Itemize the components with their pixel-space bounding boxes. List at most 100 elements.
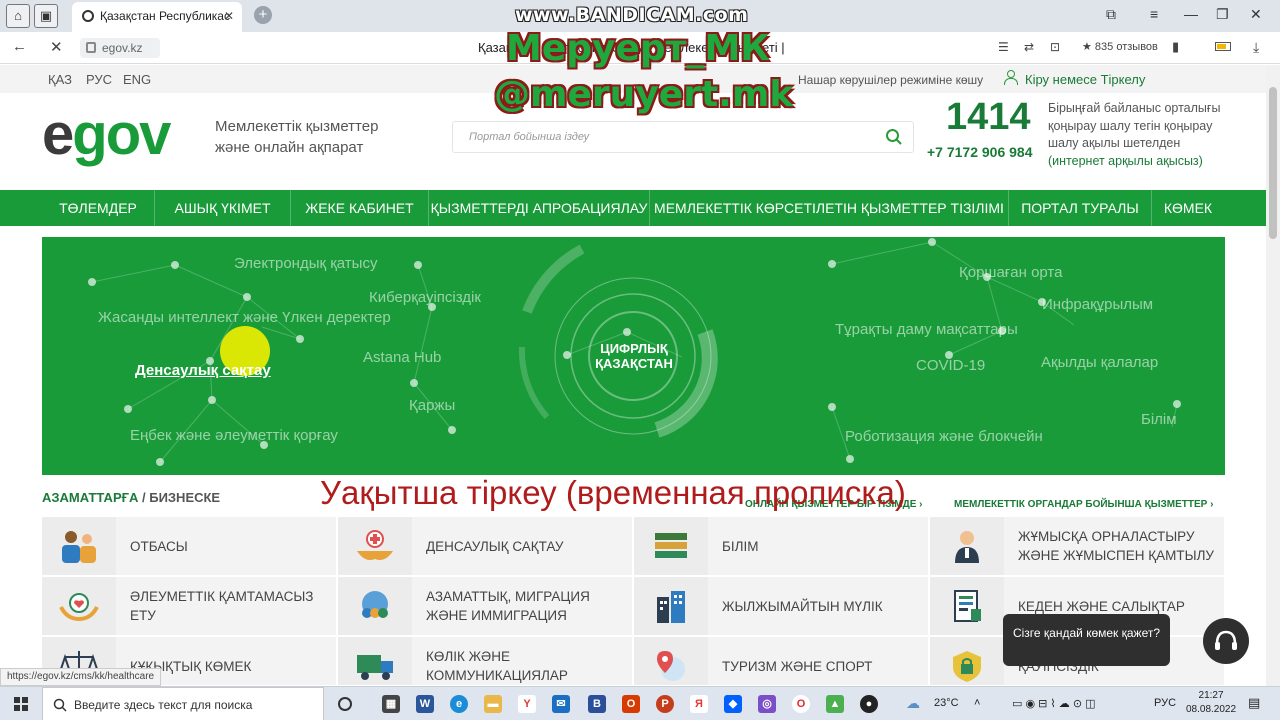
- tray-app-icons[interactable]: ▭ ◉ ⊟ ⌇ ☁ ⊙ ◫: [1012, 697, 1096, 710]
- mail-icon[interactable]: ✉: [552, 695, 570, 713]
- category-label: ДЕНСАУЛЫҚ САҚТАУ: [426, 538, 564, 554]
- taskbar-search-placeholder: Введите здесь текст для поиска: [74, 698, 253, 712]
- banner-e-participation[interactable]: Электрондық қатысу: [234, 255, 377, 272]
- active-tab[interactable]: Қазақстан Республикас ✕: [72, 2, 242, 32]
- banner-infrastructure[interactable]: Инфрақұрылым: [1042, 296, 1153, 313]
- chat-prompt-bubble[interactable]: Сізге қандай көмек қажет?: [1003, 614, 1170, 666]
- audience-switch: АЗАМАТТАРҒА / БИЗНЕСКЕ: [42, 490, 220, 505]
- bandicam-record-icon[interactable]: ●: [860, 695, 878, 713]
- banner-finance[interactable]: Қаржы: [409, 397, 455, 414]
- category-employment[interactable]: ЖҰМЫСҚА ОРНАЛАСТЫРУ ЖӘНЕ ЖҰМЫСПЕН ҚАМТЫЛ…: [930, 517, 1224, 575]
- portal-search-input[interactable]: Портал бойынша іздеу: [452, 121, 914, 153]
- banner-smart-cities[interactable]: Ақылды қалалар: [1041, 354, 1158, 371]
- taskbar-search-input[interactable]: Введите здесь текст для поиска: [42, 687, 324, 720]
- photos-icon[interactable]: ▲: [826, 695, 844, 713]
- restore-icon[interactable]: ❐: [1216, 6, 1229, 23]
- category-migration[interactable]: АЗАМАТТЫҚ, МИГРАЦИЯ ЖӘНЕ ИММИГРАЦИЯ: [338, 577, 632, 635]
- word-icon[interactable]: W: [416, 695, 434, 713]
- chat-support-button[interactable]: [1203, 618, 1249, 664]
- banner-environment[interactable]: Қоршаған орта: [959, 264, 1062, 281]
- gov-services-link[interactable]: МЕМЛЕКЕТТІК ОРГАНДАР БОЙЫНША ҚЫЗМЕТТЕР ›: [954, 499, 1213, 510]
- tray-expand-icon[interactable]: ˄: [974, 697, 980, 709]
- yandex-browser-icon[interactable]: Y: [518, 695, 536, 713]
- lang-rus[interactable]: РУС: [86, 72, 112, 87]
- bsuite-icon[interactable]: B: [588, 695, 606, 713]
- search-icon[interactable]: [885, 128, 903, 146]
- category-transport[interactable]: КӨЛІК ЖӘНЕ КОММУНИКАЦИЯЛАР: [338, 637, 632, 685]
- tab-citizens[interactable]: АЗАМАТТАРҒА: [42, 490, 138, 505]
- reviews-badge[interactable]: ★ 835 отзывов: [1082, 40, 1158, 53]
- reader-mode-icon[interactable]: ☰: [998, 40, 1009, 54]
- category-healthcare[interactable]: ДЕНСАУЛЫҚ САҚТАУ: [338, 517, 632, 575]
- logo-gov: gov: [72, 102, 171, 167]
- close-tab-icon[interactable]: ✕: [224, 2, 234, 30]
- category-education[interactable]: БІЛІМ: [634, 517, 928, 575]
- books-icon: [655, 533, 687, 558]
- nav-open-government[interactable]: АШЫҚ ҮКІМЕТ: [155, 190, 291, 226]
- tab-business[interactable]: БИЗНЕСКЕ: [149, 490, 220, 505]
- input-language[interactable]: РУС: [1154, 697, 1176, 709]
- back-arrow-icon[interactable]: ←: [12, 38, 27, 55]
- url-field[interactable]: egov.kz: [80, 38, 160, 58]
- taskbar-clock[interactable]: 21:27 08.08.2022: [1186, 689, 1236, 717]
- clock-time: 21:27: [1198, 690, 1224, 701]
- nav-personal-cabinet[interactable]: ЖЕКЕ КАБИНЕТ: [291, 190, 429, 226]
- apps-icon[interactable]: ▦: [382, 695, 400, 713]
- download-icon[interactable]: ⤓: [1253, 39, 1259, 56]
- menu-icon[interactable]: ≡: [1150, 6, 1158, 22]
- lang-eng[interactable]: ENG: [123, 72, 151, 87]
- translate-icon[interactable]: ⇄: [1024, 40, 1034, 54]
- weather-icon[interactable]: ☁: [906, 695, 920, 712]
- tab-list-icon[interactable]: ⧉: [1106, 6, 1116, 23]
- nav-help[interactable]: КӨМЕК: [1152, 190, 1224, 226]
- bookmark-icon[interactable]: ▮: [1172, 39, 1179, 55]
- page-scrollbar[interactable]: [1266, 65, 1280, 686]
- opera-icon[interactable]: O: [792, 695, 810, 713]
- banner-ai-big-data[interactable]: Жасанды интеллект және Үлкен деректер: [98, 309, 391, 326]
- category-label: БІЛІМ: [722, 538, 759, 554]
- home-icon[interactable]: ⌂: [6, 4, 30, 28]
- egov-logo[interactable]: egov: [42, 102, 171, 167]
- banner-healthcare[interactable]: Денсаулық сақтау: [135, 362, 271, 379]
- edge-icon[interactable]: e: [450, 695, 468, 713]
- category-family[interactable]: ОТБАСЫ: [42, 517, 336, 575]
- minimize-icon[interactable]: —: [1184, 6, 1198, 22]
- yandex-icon[interactable]: Я: [690, 695, 708, 713]
- tax-document-icon: [954, 590, 981, 622]
- login-link[interactable]: Кіру немесе Тіркелу: [1025, 72, 1145, 87]
- dropbox-icon[interactable]: ◆: [724, 695, 742, 713]
- lang-kaz[interactable]: ҚАЗ: [48, 72, 72, 87]
- battery-saver-icon[interactable]: [1215, 42, 1231, 51]
- category-tourism-sport[interactable]: ТУРИЗМ ЖӘНЕ СПОРТ: [634, 637, 928, 685]
- category-social-security[interactable]: ӘЛЕУМЕТТІК ҚАМТАМАСЫЗ ЕТУ: [42, 577, 336, 635]
- banner-robotization[interactable]: Роботизация және блокчейн: [845, 428, 1043, 445]
- weather-temp[interactable]: 23°C: [934, 697, 959, 709]
- file-explorer-icon[interactable]: ▬: [484, 695, 502, 713]
- scrollbar-thumb[interactable]: [1269, 87, 1277, 239]
- hotline-link[interactable]: (интернет арқылы ақысыз): [1048, 154, 1203, 168]
- task-view-icon[interactable]: [338, 697, 352, 711]
- category-real-estate[interactable]: ЖЫЛЖЫМАЙТЫН МҮЛІК: [634, 577, 928, 635]
- banner-education[interactable]: Білім: [1141, 411, 1177, 428]
- banner-covid[interactable]: COVID-19: [916, 357, 985, 374]
- nav-services-registry[interactable]: МЕМЛЕКЕТТІК КӨРСЕТІЛЕТІН ҚЫЗМЕТТЕР ТІЗІЛ…: [650, 190, 1009, 226]
- banner-labor-social[interactable]: Еңбек және әлеуметтік қорғау: [130, 427, 338, 444]
- office-icon[interactable]: O: [622, 695, 640, 713]
- banner-sdg[interactable]: Тұрақты даму мақсаттары: [835, 321, 1018, 338]
- image-viewer-icon[interactable]: ◎: [758, 695, 776, 713]
- low-vision-link[interactable]: Нашар көрушілер режиміне көшу: [798, 73, 983, 87]
- window-close-icon[interactable]: ✕: [1250, 6, 1262, 23]
- banner-cybersecurity[interactable]: Киберқауіпсіздік: [369, 289, 481, 306]
- new-tab-button[interactable]: +: [254, 6, 272, 24]
- stop-loading-icon[interactable]: ✕: [50, 38, 63, 56]
- powerpoint-icon[interactable]: P: [656, 695, 674, 713]
- nav-payments[interactable]: ТӨЛЕМДЕР: [42, 190, 155, 226]
- tabs-icon[interactable]: ▣: [34, 4, 58, 28]
- banner-astana-hub[interactable]: Astana Hub: [363, 349, 441, 366]
- lock-protect-icon[interactable]: ⊡: [1050, 40, 1060, 54]
- nav-service-approbation[interactable]: ҚЫЗМЕТТЕРДІ АПРОБАЦИЯЛАУ: [429, 190, 650, 226]
- notifications-icon[interactable]: ▤: [1248, 695, 1260, 711]
- nav-about-portal[interactable]: ПОРТАЛ ТУРАЛЫ: [1009, 190, 1152, 226]
- windows-start-icon[interactable]: [14, 697, 28, 711]
- banner-center-title[interactable]: ЦИФРЛЫҚ ҚАЗАҚСТАН: [594, 341, 674, 371]
